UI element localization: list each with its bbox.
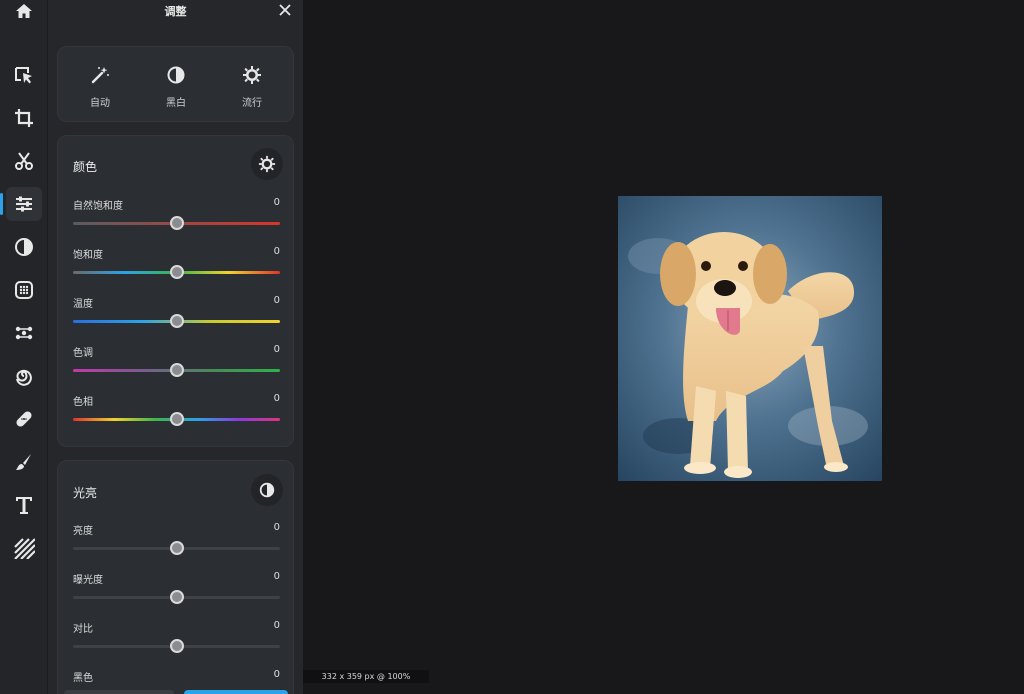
color-gear-icon <box>258 155 276 173</box>
distort-tool-button[interactable] <box>6 359 42 393</box>
nodes-icon <box>15 326 33 340</box>
slider-value: 0 <box>273 295 280 306</box>
slider-contrast: 对比 0 <box>73 620 280 662</box>
contrast-circle-icon <box>15 238 33 256</box>
close-button[interactable] <box>277 2 293 18</box>
slider-value: 0 <box>273 197 280 208</box>
slider-saturation: 饱和度 0 <box>73 246 280 288</box>
crop-icon <box>15 109 33 127</box>
panel-header: 调整 <box>48 0 303 22</box>
slider-label: 自然饱和度 <box>73 201 123 212</box>
sliders-icon <box>16 196 32 212</box>
stripes-icon <box>14 538 35 559</box>
slider-label: 色相 <box>73 397 93 408</box>
slider-label: 温度 <box>73 299 93 310</box>
section-title: 光亮 <box>73 486 98 500</box>
text-tool-button[interactable] <box>6 488 42 522</box>
pattern-tool-button[interactable] <box>6 531 42 565</box>
slider-label: 亮度 <box>73 526 93 537</box>
slider-tint: 色调 0 <box>73 344 280 386</box>
slider-label: 饱和度 <box>73 250 103 261</box>
slider-label: 色调 <box>73 348 93 359</box>
preset-pop-button[interactable]: 流行 <box>222 65 282 110</box>
slider-knob[interactable] <box>169 265 184 279</box>
scissors-icon <box>15 152 33 170</box>
left-toolbar <box>0 0 48 694</box>
panel-title: 调整 <box>164 5 187 18</box>
half-circle-icon <box>259 482 275 498</box>
slider-exposure: 曝光度 0 <box>73 571 280 613</box>
slider-knob[interactable] <box>169 314 184 328</box>
magic-wand-icon <box>91 67 109 84</box>
dog-photo <box>618 196 882 481</box>
preset-bw-button[interactable]: 黑白 <box>146 65 206 110</box>
heal-tool-button[interactable] <box>6 402 42 436</box>
preset-label: 黑白 <box>166 98 186 109</box>
spiral-icon <box>16 369 32 386</box>
retouch-tool-button[interactable] <box>6 316 42 350</box>
slider-knob[interactable] <box>169 363 184 377</box>
slider-knob[interactable] <box>169 216 184 230</box>
close-icon <box>279 4 291 16</box>
home-button[interactable] <box>0 0 48 22</box>
slider-knob[interactable] <box>169 541 184 555</box>
slider-value: 0 <box>273 246 280 257</box>
light-reset-button[interactable] <box>251 474 283 506</box>
canvas-area[interactable] <box>303 0 1024 694</box>
slider-knob[interactable] <box>169 590 184 604</box>
color-section: 颜色 自然饱和度 0 饱和度 0 温度 0 色调 0 色相 0 <box>57 135 294 447</box>
brush-tool-button[interactable] <box>6 445 42 479</box>
slider-label: 对比 <box>73 624 93 635</box>
bandage-icon <box>16 411 32 427</box>
preset-auto-button[interactable]: 自动 <box>70 65 130 110</box>
cutout-tool-button[interactable] <box>6 144 42 178</box>
apply-button[interactable] <box>184 690 288 694</box>
preset-label: 自动 <box>90 98 110 109</box>
photo-editor: 调整 自动 黑白 流行 颜色 自然饱和度 0 饱和度 0 温度 0 色调 0 色… <box>0 0 1024 694</box>
slider-knob[interactable] <box>169 412 184 426</box>
sun-gear-icon <box>243 66 261 84</box>
slider-brightness: 亮度 0 <box>73 522 280 564</box>
slider-label: 黑色 <box>73 673 93 684</box>
dots-grid-icon <box>15 281 33 299</box>
cancel-button[interactable] <box>64 690 174 694</box>
slider-value: 0 <box>273 393 280 404</box>
effects-tool-button[interactable] <box>6 230 42 264</box>
image-size-status: 332 x 359 px @ 100% <box>303 670 429 683</box>
slider-value: 0 <box>273 669 280 680</box>
slider-hue: 色相 0 <box>73 393 280 435</box>
photo-image[interactable] <box>618 196 882 481</box>
texture-tool-button[interactable] <box>6 273 42 307</box>
adjust-panel: 调整 自动 黑白 流行 颜色 自然饱和度 0 饱和度 0 温度 0 色调 0 色… <box>48 0 303 694</box>
slider-value: 0 <box>273 344 280 355</box>
contrast-icon <box>167 66 185 84</box>
color-reset-button[interactable] <box>251 148 283 180</box>
select-tool-button[interactable] <box>6 58 42 92</box>
preset-label: 流行 <box>242 98 262 109</box>
text-t-icon <box>16 497 32 514</box>
select-arrow-icon <box>15 67 32 84</box>
home-icon <box>16 4 32 18</box>
slider-temperature: 温度 0 <box>73 295 280 337</box>
slider-value: 0 <box>273 522 280 533</box>
crop-tool-button[interactable] <box>6 101 42 135</box>
slider-value: 0 <box>273 571 280 582</box>
brush-icon <box>16 454 31 470</box>
slider-label: 曝光度 <box>73 575 103 586</box>
presets-card: 自动 黑白 流行 <box>57 46 294 122</box>
adjust-tool-button[interactable] <box>0 187 42 221</box>
slider-knob[interactable] <box>169 639 184 653</box>
slider-value: 0 <box>273 620 280 631</box>
slider-vibrance: 自然饱和度 0 <box>73 197 280 239</box>
light-section: 光亮 亮度 0 曝光度 0 对比 0 黑色 0 <box>57 460 294 694</box>
section-title: 颜色 <box>73 160 98 174</box>
